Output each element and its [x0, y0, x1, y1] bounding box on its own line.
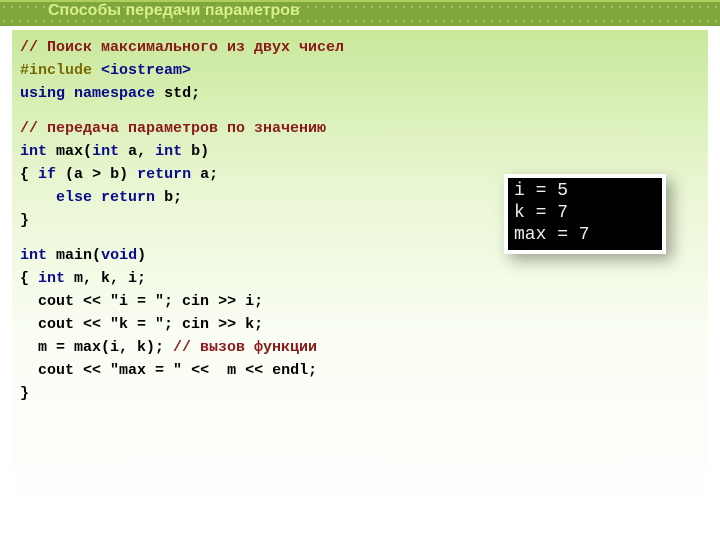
identifier: a	[200, 166, 209, 183]
space	[47, 247, 56, 264]
identifier: k;	[236, 316, 263, 333]
preproc-kw: #include	[20, 62, 92, 79]
comment-text: // Поиск максимального из двух чисел	[20, 39, 344, 56]
code-line: cout << "k = "; cin >> k;	[20, 313, 700, 336]
code-line: using namespace std;	[20, 82, 700, 105]
code-block: // Поиск максимального из двух чисел #in…	[12, 30, 708, 523]
space	[92, 189, 101, 206]
string-literal: "i = "	[110, 293, 164, 310]
punct: <<	[83, 362, 110, 379]
punct: (	[92, 247, 101, 264]
keyword: if	[38, 166, 56, 183]
punct: {	[20, 270, 38, 287]
console-inner: i = 5 k = 7 max = 7	[508, 178, 662, 250]
keyword: int	[38, 270, 65, 287]
keyword: int	[20, 247, 47, 264]
punct: }	[20, 385, 29, 402]
console-line: max = 7	[514, 224, 656, 246]
space	[47, 143, 56, 160]
string-literal: "k = "	[110, 316, 164, 333]
punct: ;	[191, 85, 200, 102]
keyword: int	[20, 143, 47, 160]
comment-text: // передача параметров по значению	[20, 120, 326, 137]
punct: >	[83, 166, 110, 183]
header-dots	[0, 20, 720, 22]
identifier: b	[164, 189, 173, 206]
code-line: cout << "max = " << m << endl;	[20, 359, 700, 382]
punct: )	[119, 166, 128, 183]
space	[119, 143, 128, 160]
punct: ,	[137, 143, 155, 160]
blank-line	[20, 105, 700, 117]
slide-header: Способы передачи параметров	[0, 0, 720, 26]
comment-text: // вызов функции	[173, 339, 317, 356]
punct: {	[20, 166, 38, 183]
identifier: cout	[20, 293, 83, 310]
space	[92, 62, 101, 79]
identifier: main	[56, 247, 92, 264]
identifier: cout	[20, 316, 83, 333]
identifier: std	[164, 85, 191, 102]
identifier: ; cin	[164, 316, 218, 333]
space	[155, 189, 164, 206]
space	[191, 166, 200, 183]
console-line: k = 7	[514, 202, 656, 224]
code-line: int max(int a, int b)	[20, 140, 700, 163]
punct: >>	[218, 293, 236, 310]
identifier: m, k, i;	[65, 270, 146, 287]
identifier: cout	[20, 362, 83, 379]
slide: Способы передачи параметров // Поиск мак…	[0, 0, 720, 540]
space	[128, 166, 137, 183]
punct: ;	[173, 189, 182, 206]
identifier: max	[56, 143, 83, 160]
code-line: // передача параметров по значению	[20, 117, 700, 140]
punct: <<	[83, 293, 110, 310]
code-line: }	[20, 382, 700, 405]
include-header: <iostream>	[101, 62, 191, 79]
keyword: void	[101, 247, 137, 264]
indent	[20, 189, 56, 206]
punct: <<	[83, 316, 110, 333]
string-literal: "max = "	[110, 362, 182, 379]
title-text: Способы передачи параметров	[48, 2, 300, 19]
space	[65, 85, 74, 102]
punct: }	[20, 212, 29, 229]
space	[182, 362, 191, 379]
code-line: cout << "i = "; cin >> i;	[20, 290, 700, 313]
code-line: #include <iostream>	[20, 59, 700, 82]
keyword: namespace	[74, 85, 155, 102]
code-line: m = max(i, k); // вызов функции	[20, 336, 700, 359]
code-line: // Поиск максимального из двух чисел	[20, 36, 700, 59]
identifier: i;	[236, 293, 263, 310]
identifier: a	[128, 143, 137, 160]
keyword: int	[155, 143, 182, 160]
punct: (	[56, 166, 74, 183]
punct: )	[200, 143, 209, 160]
keyword: else	[56, 189, 92, 206]
punct: )	[137, 247, 146, 264]
keyword: return	[137, 166, 191, 183]
space	[182, 143, 191, 160]
keyword: return	[101, 189, 155, 206]
identifier: b	[110, 166, 119, 183]
console-line: i = 5	[514, 180, 656, 202]
identifier: m << endl;	[218, 362, 317, 379]
punct: <<	[191, 362, 218, 379]
keyword: int	[92, 143, 119, 160]
punct: (	[83, 143, 92, 160]
identifier: m = max(i, k);	[20, 339, 173, 356]
identifier: b	[191, 143, 200, 160]
punct: >>	[218, 316, 236, 333]
space	[155, 85, 164, 102]
punct: ;	[209, 166, 218, 183]
keyword: using	[20, 85, 65, 102]
slide-title: Способы передачи параметров	[48, 2, 300, 20]
console-output: i = 5 k = 7 max = 7	[504, 174, 666, 254]
identifier: a	[74, 166, 83, 183]
code-line: { int m, k, i;	[20, 267, 700, 290]
identifier: ; cin	[164, 293, 218, 310]
